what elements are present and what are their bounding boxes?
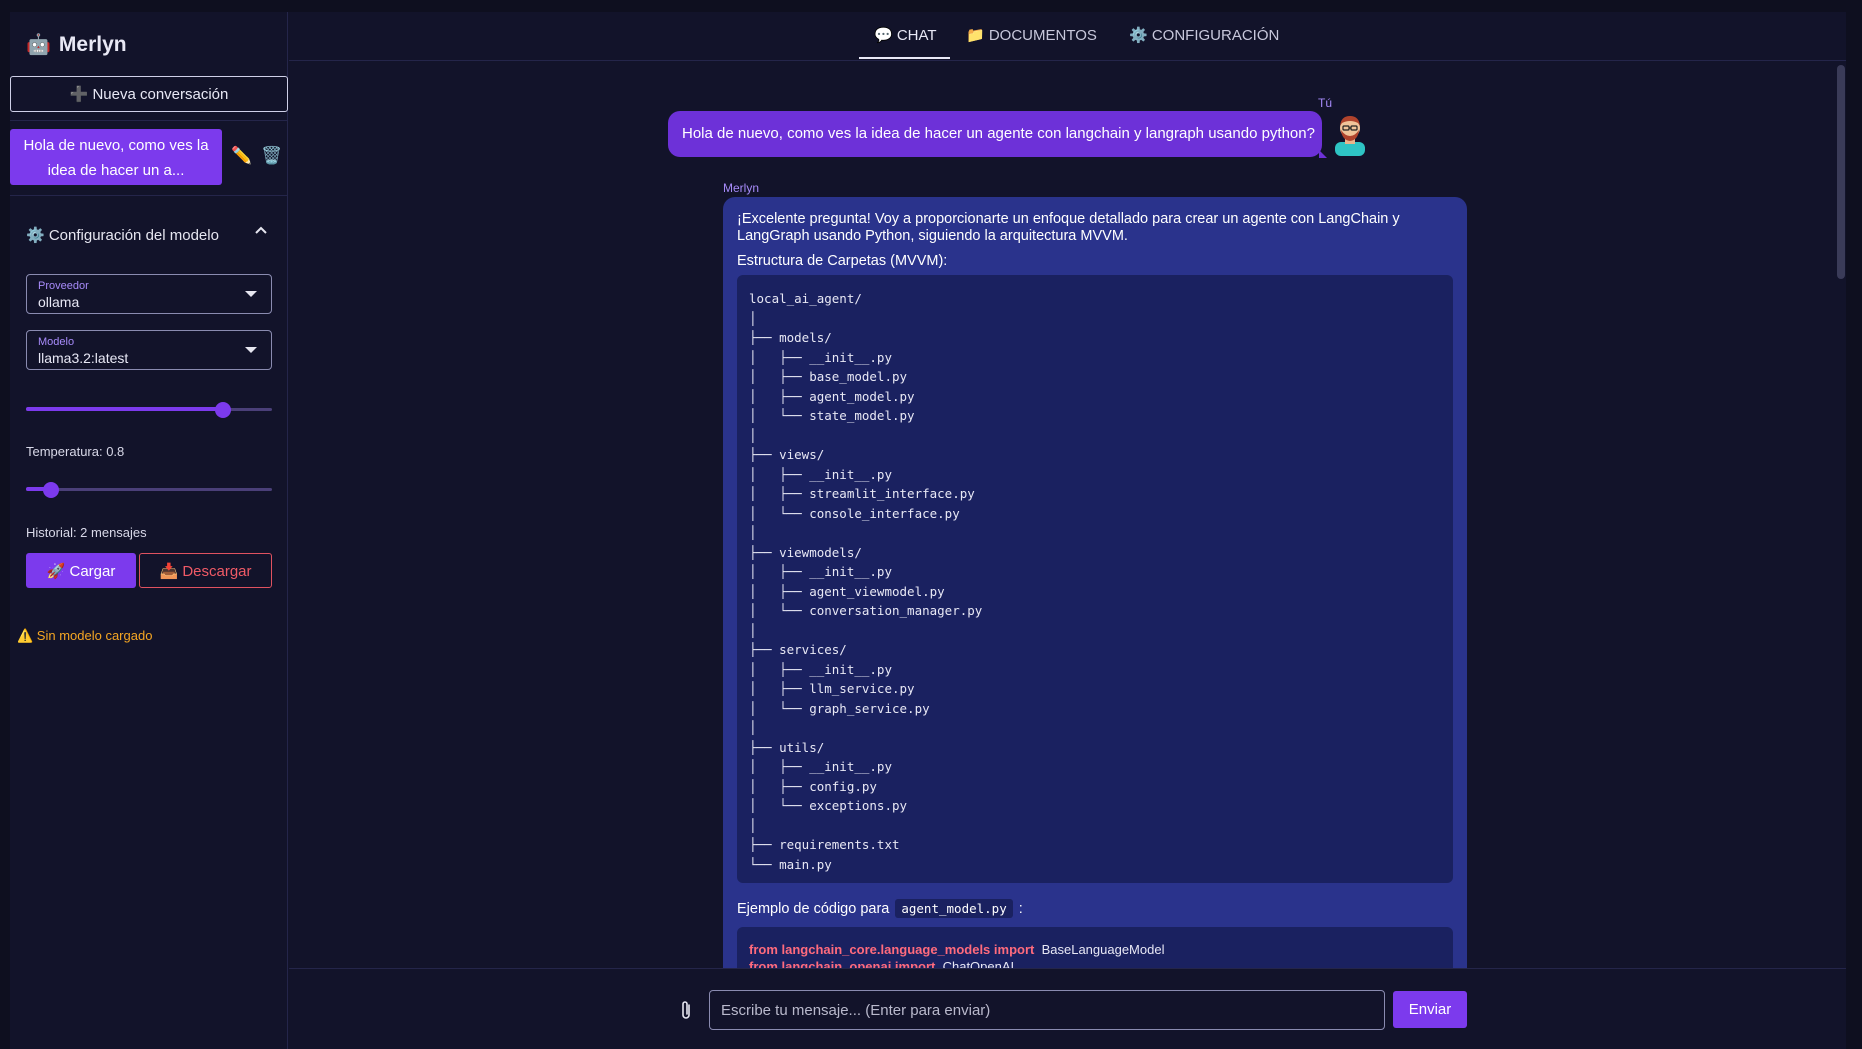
parameter-slider[interactable] xyxy=(26,400,272,418)
app-title: Merlyn xyxy=(58,32,127,56)
message-input[interactable] xyxy=(709,990,1385,1030)
model-config-header[interactable]: ⚙️ Configuración del modelo xyxy=(26,226,219,244)
bot-label: Merlyn xyxy=(723,181,760,195)
code-line: from langchain_openai import ChatOpenAI xyxy=(749,958,1441,968)
provider-select[interactable]: Proveedor ollama xyxy=(26,274,272,314)
edit-icon[interactable]: ✏️ xyxy=(231,146,252,166)
temperature-label: Temperatura: 0.8 xyxy=(26,444,125,459)
code-line: from langchain_core.language_models impo… xyxy=(749,941,1441,958)
slider-thumb[interactable] xyxy=(214,402,231,418)
model-select[interactable]: Modelo llama3.2:latest xyxy=(26,330,272,370)
user-label: Tú xyxy=(1318,96,1333,110)
provider-value: ollama xyxy=(38,294,80,310)
chevron-up-icon[interactable] xyxy=(254,222,268,239)
conversation-item[interactable]: Hola de nuevo, como ves la idea de hacer… xyxy=(10,129,222,185)
example-label: Ejemplo de código para xyxy=(737,900,890,917)
tab-configuracion[interactable]: ⚙️ CONFIGURACIÓN xyxy=(1129,26,1279,44)
example-caption: Ejemplo de código para agent_model.py : xyxy=(737,899,1023,918)
dropdown-arrow-icon xyxy=(245,347,257,353)
divider xyxy=(10,195,288,196)
user-message: Hola de nuevo, como ves la idea de hacer… xyxy=(668,111,1322,157)
tab-documentos[interactable]: 📁 DOCUMENTOS xyxy=(966,26,1097,44)
code-identifier: ChatOpenAI xyxy=(942,959,1015,968)
python-code-block: from langchain_core.language_models impo… xyxy=(737,927,1453,968)
bot-message: ¡Excelente pregunta! Voy a proporcionart… xyxy=(723,197,1467,968)
divider xyxy=(10,120,288,121)
model-value: llama3.2:latest xyxy=(38,350,129,366)
send-button[interactable]: Enviar xyxy=(1393,991,1467,1028)
bot-intro-text: ¡Excelente pregunta! Voy a proporcionart… xyxy=(737,211,1400,244)
temperature-slider[interactable] xyxy=(26,480,272,498)
active-tab-indicator xyxy=(859,57,950,59)
provider-label: Proveedor xyxy=(38,280,89,292)
app-window: 🤖 Merlyn ➕ Nueva conversación Hola de nu… xyxy=(10,12,1846,1049)
history-label: Historial: 2 mensajes xyxy=(26,525,147,540)
paperclip-icon[interactable] xyxy=(679,999,693,1027)
code-keyword: from langchain_core.language_models impo… xyxy=(749,942,1035,957)
slider-fill xyxy=(26,407,223,411)
tab-bar: 💬 CHAT 📁 DOCUMENTOS ⚙️ CONFIGURACIÓN xyxy=(289,12,1846,61)
load-model-button[interactable]: 🚀 Cargar xyxy=(26,553,136,588)
new-conversation-button[interactable]: ➕ Nueva conversación xyxy=(10,76,288,112)
bubble-tail xyxy=(1319,150,1327,158)
model-label: Modelo xyxy=(38,336,75,348)
chat-scrollbar[interactable] xyxy=(1836,61,1846,968)
main-panel: 💬 CHAT 📁 DOCUMENTOS ⚙️ CONFIGURACIÓN Tú … xyxy=(289,12,1846,1049)
composer-bar: Enviar xyxy=(289,968,1846,1049)
sidebar: 🤖 Merlyn ➕ Nueva conversación Hola de nu… xyxy=(10,12,288,1049)
bot-structure-title: Estructura de Carpetas (MVVM): xyxy=(737,253,948,269)
folder-tree-code-block: local_ai_agent/ │ ├── models/ │ ├── __in… xyxy=(737,275,1453,883)
example-filename: agent_model.py xyxy=(895,899,1013,918)
no-model-warning: ⚠️ Sin modelo cargado xyxy=(17,628,153,643)
slider-track xyxy=(26,488,272,491)
robot-icon: 🤖 xyxy=(26,34,51,56)
tab-chat[interactable]: 💬 CHAT xyxy=(874,26,937,44)
user-avatar xyxy=(1333,112,1367,156)
slider-thumb[interactable] xyxy=(42,482,59,498)
code-keyword: from langchain_openai import xyxy=(749,959,936,968)
example-colon: : xyxy=(1018,900,1023,917)
trash-icon[interactable]: 🗑️ xyxy=(261,146,282,166)
dropdown-arrow-icon xyxy=(245,291,257,297)
scrollbar-thumb[interactable] xyxy=(1837,65,1845,279)
app-brand: 🤖 Merlyn xyxy=(26,32,127,57)
code-identifier: BaseLanguageModel xyxy=(1041,942,1165,957)
unload-model-button[interactable]: 📥 Descargar xyxy=(139,553,272,588)
